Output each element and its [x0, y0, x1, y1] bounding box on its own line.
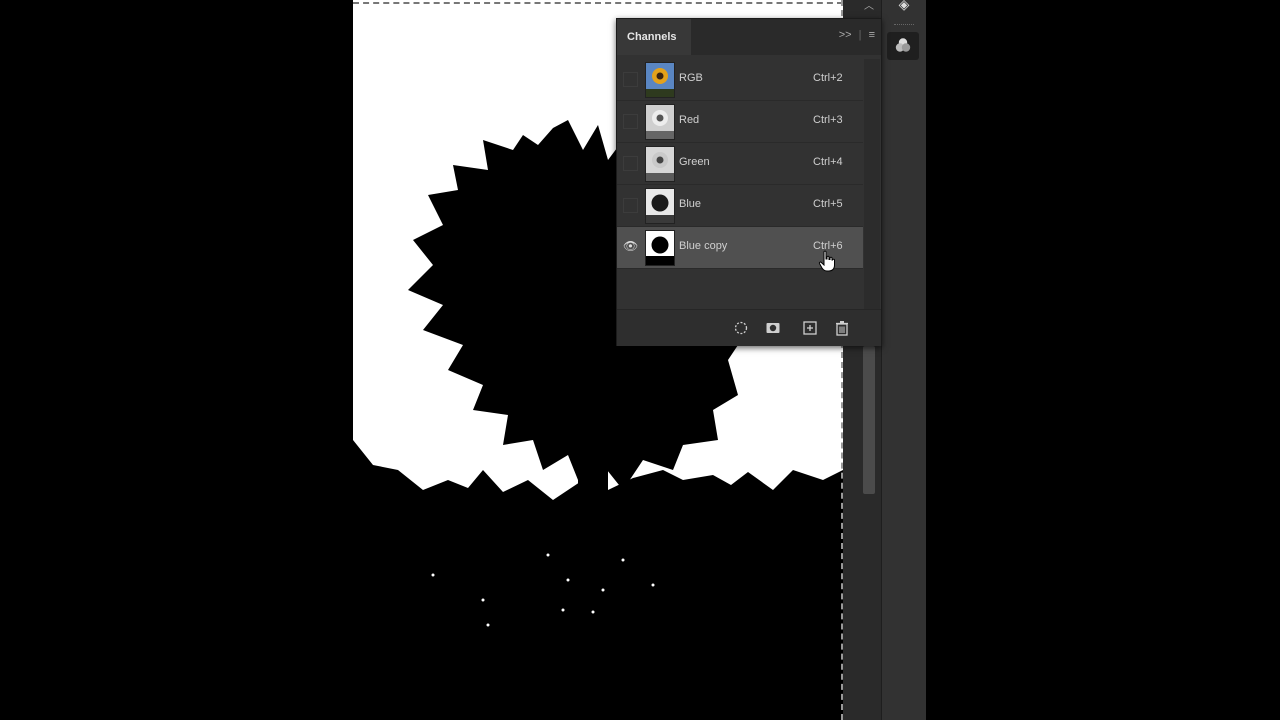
strip-grip[interactable] [894, 24, 914, 27]
channel-row-blue[interactable]: Blue Ctrl+5 [617, 185, 863, 227]
channel-shortcut: Ctrl+5 [813, 198, 843, 210]
hand-cursor-icon [818, 250, 835, 272]
channel-thumbnail [645, 104, 675, 140]
tab-channels[interactable]: Channels [617, 19, 691, 55]
visibility-toggle[interactable] [623, 114, 638, 129]
selection-marquee-top [353, 2, 843, 4]
visibility-toggle[interactable] [623, 156, 638, 171]
channel-thumbnail [645, 146, 675, 182]
channel-row-red[interactable]: Red Ctrl+3 [617, 101, 863, 143]
collapse-chevron-icon[interactable]: ︿ [858, 0, 880, 16]
channel-shortcut: Ctrl+4 [813, 156, 843, 168]
visibility-toggle[interactable] [623, 72, 638, 87]
channel-shortcut: Ctrl+3 [813, 114, 843, 126]
delete-icon[interactable] [834, 320, 850, 336]
channel-name: Green [679, 156, 710, 168]
channel-row-green[interactable]: Green Ctrl+4 [617, 143, 863, 185]
channels-icon [895, 38, 911, 52]
new-channel-icon[interactable] [802, 320, 818, 336]
channel-list: RGB Ctrl+2 Red Ctrl+3 Green Ctrl+4 Blue … [617, 59, 863, 269]
layers-icon[interactable]: ◈ [892, 0, 916, 14]
channel-name: RGB [679, 72, 703, 84]
panel-footer [617, 309, 881, 346]
channel-thumbnail [645, 230, 675, 266]
channel-name: Blue copy [679, 240, 728, 252]
channel-name: Red [679, 114, 700, 126]
panel-icon-strip: ◈ [881, 0, 927, 720]
channels-panel-button[interactable] [887, 32, 919, 60]
channel-shortcut: Ctrl+2 [813, 72, 843, 84]
panel-header: Channels >> | ≡ [617, 19, 881, 55]
collapse-panel-icon[interactable]: >> [839, 29, 852, 41]
load-selection-icon[interactable] [733, 320, 749, 336]
save-mask-icon[interactable] [765, 320, 781, 336]
panel-menu-icon[interactable]: ≡ [869, 29, 875, 41]
channels-panel: Channels >> | ≡ RGB Ctrl+2 Red Ctrl+3 Gr… [616, 18, 882, 346]
channel-row-rgb[interactable]: RGB Ctrl+2 [617, 59, 863, 101]
channel-list-scrollbar[interactable] [864, 59, 880, 309]
eye-icon[interactable]: 👁 [623, 240, 638, 253]
dock-scroll-thumb[interactable] [863, 346, 875, 494]
channel-thumbnail [645, 62, 675, 98]
visibility-toggle[interactable] [623, 198, 638, 213]
header-divider: | [858, 29, 862, 41]
channel-thumbnail [645, 188, 675, 224]
channel-name: Blue [679, 198, 702, 210]
screen-background [926, 0, 1280, 720]
